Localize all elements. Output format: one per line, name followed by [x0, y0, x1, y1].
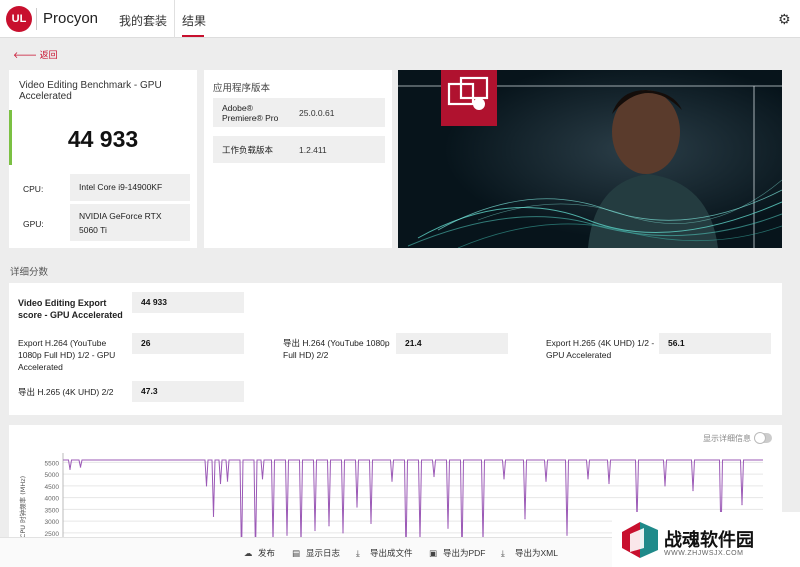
download-icon: ⤓ [356, 548, 360, 558]
tab-results[interactable]: 结果 [182, 12, 206, 29]
version-value: 1.2.411 [299, 145, 327, 155]
cloud-upload-icon: ☁ [244, 548, 253, 558]
cpu-clock-point [69, 468, 71, 471]
main-score-label: Video Editing Export score - GPU Acceler… [18, 298, 123, 320]
version-row: 工作负载版本 1.2.411 [213, 136, 385, 163]
back-link[interactable]: 🡐 返回 [13, 48, 58, 61]
detail-label: Export H.264 (YouTube 1080p Full HD) 1/2… [18, 338, 116, 372]
video-editing-badge [441, 70, 497, 126]
cpu-clock-point [205, 485, 208, 487]
export-file-label: 导出成文件 [370, 548, 413, 558]
version-name: 工作负载版本 [222, 145, 274, 155]
top-bar: UL Procyon 我的套装 结果 ⚙ [0, 0, 800, 38]
score-card: Video Editing Benchmark - GPU Accelerate… [9, 70, 197, 248]
download-icon: ⤓ [501, 548, 505, 558]
show-details-label: 显示详细信息 [703, 434, 751, 443]
cpu-clock-point [219, 482, 222, 485]
main-score-value: 44 933 [132, 292, 244, 313]
cpu-clock-point [692, 489, 694, 492]
version-row: Adobe® Premiere® Pro 25.0.0.61 [213, 98, 385, 127]
cpu-clock-point [212, 515, 215, 517]
app-name: Procyon [43, 10, 99, 27]
y-tick-label: 5000 [45, 472, 60, 479]
cpu-clock-point [342, 532, 344, 534]
nav-divider [174, 0, 175, 38]
detail-value: 47.3 [132, 381, 244, 402]
detail-value: 21.4 [396, 333, 508, 354]
show-details-toggle[interactable] [754, 432, 772, 444]
cpu-clock-point [447, 527, 449, 529]
y-tick-label: 5500 [45, 460, 60, 467]
watermark-logo [622, 522, 658, 558]
publish-label: 发布 [258, 548, 276, 558]
show-log-button[interactable]: ▤ 显示日志 [292, 547, 340, 559]
detail-value: 26 [132, 333, 244, 354]
overall-score: 44 933 [67, 126, 139, 152]
cpu-clock-point [226, 480, 229, 482]
cpu-clock-point [286, 534, 288, 536]
gpu-label: GPU: [23, 219, 44, 229]
y-axis-label: CPU 时钟频率 (MHz) [18, 476, 27, 538]
cpu-clock-point [524, 518, 526, 520]
cpu-label: CPU: [23, 184, 44, 194]
hero-image [398, 70, 782, 248]
app-versions-card: 应用程序版本 Adobe® Premiere® Pro 25.0.0.61 工作… [204, 70, 392, 248]
save-icon: ▣ [429, 548, 438, 558]
export-xml-label: 导出为XML [515, 548, 558, 558]
cpu-clock-point [370, 522, 372, 525]
y-tick-label: 4000 [45, 496, 60, 503]
cpu-clock-point [566, 534, 568, 536]
cpu-clock-point [503, 478, 505, 480]
arrow-left-icon: 🡐 [13, 50, 38, 60]
export-pdf-label: 导出为PDF [443, 548, 486, 558]
export-pdf-button[interactable]: ▣ 导出为PDF [429, 547, 486, 559]
video-editing-icon [447, 76, 489, 110]
cpu-clock-point [545, 480, 547, 482]
cpu-value: Intel Core i9-14900KF [70, 174, 190, 201]
cpu-clock-point [391, 480, 393, 482]
cpu-clock-point [664, 485, 666, 487]
detail-value: 56.1 [659, 333, 771, 354]
toggle-knob [754, 432, 766, 444]
versions-title: 应用程序版本 [213, 83, 271, 94]
details-title: 详细分数 [10, 267, 49, 278]
detail-label: Export H.265 (4K UHD) 1/2 - GPU Accelera… [546, 338, 655, 360]
ul-logo: UL [6, 6, 32, 32]
cpu-clock-point [356, 506, 358, 508]
cpu-clock-point [587, 478, 589, 480]
cpu-clock-point [261, 478, 264, 480]
detail-label: 导出 H.264 (YouTube 1080p Full HD) 2/2 [283, 338, 390, 360]
cpu-clock-point [433, 475, 435, 478]
gpu-value: NVIDIA GeForce RTX 5060 Ti [70, 204, 190, 241]
back-label: 返回 [39, 50, 58, 60]
export-file-button[interactable]: ⤓ 导出成文件 [356, 547, 413, 559]
publish-button[interactable]: ☁ 发布 [244, 547, 275, 559]
watermark: 战魂软件园 WWW.ZHJWSJX.COM [612, 512, 800, 567]
cpu-clock-point [79, 466, 82, 468]
detail-label: 导出 H.265 (4K UHD) 2/2 [18, 387, 114, 397]
version-name: Adobe® Premiere® Pro [222, 103, 279, 123]
divider [36, 8, 37, 30]
tab-my-suites[interactable]: 我的套装 [119, 12, 167, 29]
log-icon: ▤ [292, 548, 301, 558]
cpu-clock-point [314, 529, 316, 532]
watermark-url: WWW.ZHJWSJX.COM [664, 550, 744, 557]
show-log-label: 显示日志 [306, 548, 341, 558]
y-tick-label: 3500 [45, 507, 60, 514]
cpu-clock-point [608, 482, 610, 485]
gear-icon[interactable]: ⚙ [778, 12, 792, 26]
benchmark-title: Video Editing Benchmark - GPU Accelerate… [19, 80, 162, 102]
version-value: 25.0.0.61 [299, 108, 335, 118]
cpu-clock-point [328, 525, 330, 527]
watermark-name: 战魂软件园 [664, 530, 754, 550]
active-tab-indicator [182, 35, 204, 37]
cpu-clock-point [741, 504, 743, 506]
detail-scores-card: Video Editing Export score - GPU Acceler… [9, 283, 782, 415]
export-xml-button[interactable]: ⤓ 导出为XML [501, 547, 558, 559]
y-tick-label: 3000 [45, 519, 60, 526]
y-tick-label: 4500 [45, 484, 60, 491]
